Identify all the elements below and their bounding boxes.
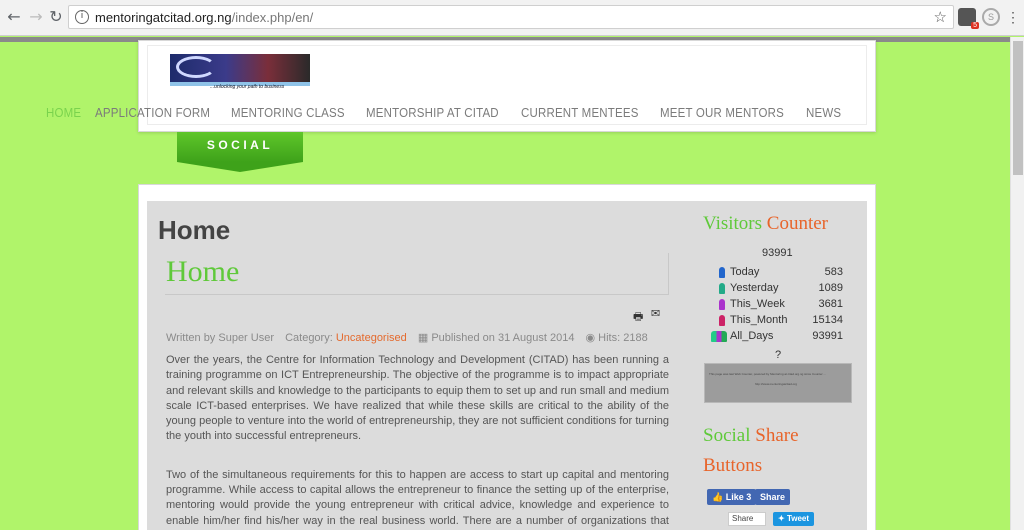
twitter-bird-icon: ✦ (778, 514, 785, 523)
article-paragraph: Over the years, the Centre for Informati… (166, 354, 669, 443)
logo-tagline: ...unlocking your path to business (210, 84, 285, 90)
site-info-icon[interactable]: i (75, 10, 89, 24)
reload-icon[interactable]: ↻ (46, 7, 66, 27)
visitors-heading-part2: Counter (766, 213, 829, 234)
social-heading-part2: Share (755, 425, 799, 446)
nav-news[interactable]: NEWS (806, 106, 841, 120)
social-tab-label: SOCIAL (206, 138, 274, 152)
counter-image-link: http://www.mentoringatcitad.org (755, 382, 798, 386)
article-title[interactable]: Home (166, 255, 239, 289)
skype-extension-icon[interactable]: S (982, 8, 1000, 26)
counter-label: This_Month (730, 314, 788, 326)
email-icon[interactable]: ✉ (651, 307, 660, 320)
scrollbar-thumb[interactable] (1013, 41, 1023, 175)
social-tab-tip (177, 162, 303, 172)
visitor-counter-table: Today 583 Yesterday 1089 This_Week 3681 … (711, 265, 843, 345)
counter-row-this-week: This_Week 3681 (711, 297, 843, 313)
visitors-counter-heading: Visitors Counter (703, 213, 828, 235)
meta-category-link[interactable]: Uncategorised (336, 332, 407, 344)
person-icon (719, 299, 725, 310)
site-logo[interactable]: ...unlocking your path to business (170, 54, 310, 90)
site-header: ...unlocking your path to business HOME … (46, 40, 876, 132)
group-icon (711, 331, 727, 342)
person-icon (719, 267, 725, 278)
header-inner: ...unlocking your path to business HOME … (46, 45, 867, 125)
counter-row-all-days: All_Days 93991 (711, 329, 843, 345)
counter-total: 93991 (762, 247, 793, 259)
back-icon[interactable]: ← (4, 7, 24, 27)
url-domain: mentoringatcitad.org.ng (95, 10, 232, 25)
article-header: Home (165, 253, 669, 295)
forward-icon[interactable]: → (26, 7, 46, 27)
social-share-heading: Social Share (703, 425, 799, 447)
logo-emblem (176, 56, 216, 78)
nav-current-mentees[interactable]: CURRENT MENTEES (521, 106, 639, 120)
page-title: Home (158, 215, 231, 245)
main-content: Home Home 🖶 ✉ Written by Super User Cate… (138, 184, 876, 530)
content-area: Home Home 🖶 ✉ Written by Super User Cate… (147, 201, 867, 530)
counter-value: 583 (824, 266, 843, 278)
nav-home[interactable]: HOME (46, 106, 81, 120)
counter-row-today: Today 583 (711, 265, 843, 281)
counter-label: Yesterday (730, 282, 779, 294)
counter-row-yesterday: Yesterday 1089 (711, 281, 843, 297)
person-icon (719, 283, 725, 294)
extension-icon[interactable]: 5 (958, 8, 979, 29)
extension-badge: 5 (971, 22, 979, 29)
address-bar[interactable]: i mentoringatcitad.org.ng/index.php/en/ … (68, 5, 954, 29)
counter-question-mark: ? (775, 349, 782, 361)
share-button[interactable]: Share (728, 512, 766, 526)
person-icon (719, 315, 725, 326)
url-path: /index.php/en/ (231, 10, 314, 25)
nav-meet-our-mentors[interactable]: MEET OUR MENTORS (660, 106, 784, 120)
social-heading-buttons: Buttons (703, 455, 763, 476)
social-heading-part1: Social (703, 425, 751, 446)
url-text[interactable]: mentoringatcitad.org.ng/index.php/en/ (95, 10, 313, 25)
meta-hits: Hits: 2188 (598, 332, 648, 344)
browser-menu-icon[interactable]: ⋮ (1006, 8, 1020, 26)
calendar-icon: ▦ (417, 332, 429, 344)
nav-mentoring-class[interactable]: MENTORING CLASS (231, 106, 345, 120)
page-scrollbar[interactable] (1010, 37, 1024, 530)
eye-icon: ◉ (585, 332, 596, 344)
tweet-label: Tweet (786, 514, 810, 523)
counter-image-text: This page was last Web Counter, powered … (709, 372, 827, 376)
social-tab[interactable]: SOCIAL (177, 132, 303, 172)
counter-value: 93991 (812, 330, 843, 342)
facebook-like-button[interactable]: 👍 Like 3 (707, 489, 757, 505)
counter-label: All_Days (730, 330, 774, 342)
meta-published: Published on 31 August 2014 (431, 332, 575, 344)
counter-label: This_Week (730, 298, 785, 310)
counter-image[interactable]: This page was last Web Counter, powered … (704, 363, 852, 403)
counter-label: Today (730, 266, 760, 278)
nav-application-form[interactable]: APPLICATION FORM (95, 106, 210, 120)
counter-value: 1089 (818, 282, 843, 294)
counter-value: 15134 (812, 314, 843, 326)
print-icon[interactable]: 🖶 (633, 308, 643, 327)
tweet-button[interactable]: ✦ Tweet (773, 512, 815, 526)
browser-toolbar: ← → ↻ i mentoringatcitad.org.ng/index.ph… (0, 0, 1024, 36)
visitors-heading-part1: Visitors (703, 213, 763, 234)
article-body: Over the years, the Centre for Informati… (166, 353, 669, 530)
main-navigation: HOME APPLICATION FORM MENTORING CLASS ME… (46, 106, 844, 120)
nav-mentorship-at-citad[interactable]: MENTORSHIP AT CITAD (366, 106, 499, 120)
facebook-share-button[interactable]: Share (755, 489, 791, 505)
article-paragraph: Two of the simultaneous requirements for… (166, 468, 669, 530)
thumbs-up-icon: 👍 (712, 492, 724, 502)
meta-author: Written by Super User (166, 332, 275, 344)
fb-like-label: Like 3 (725, 492, 752, 502)
article-meta: Written by Super User Category: Uncatego… (166, 331, 648, 344)
counter-value: 3681 (818, 298, 843, 310)
bookmark-star-icon[interactable]: ☆ (934, 8, 947, 26)
meta-category-label: Category: (285, 332, 333, 344)
counter-row-this-month: This_Month 15134 (711, 313, 843, 329)
